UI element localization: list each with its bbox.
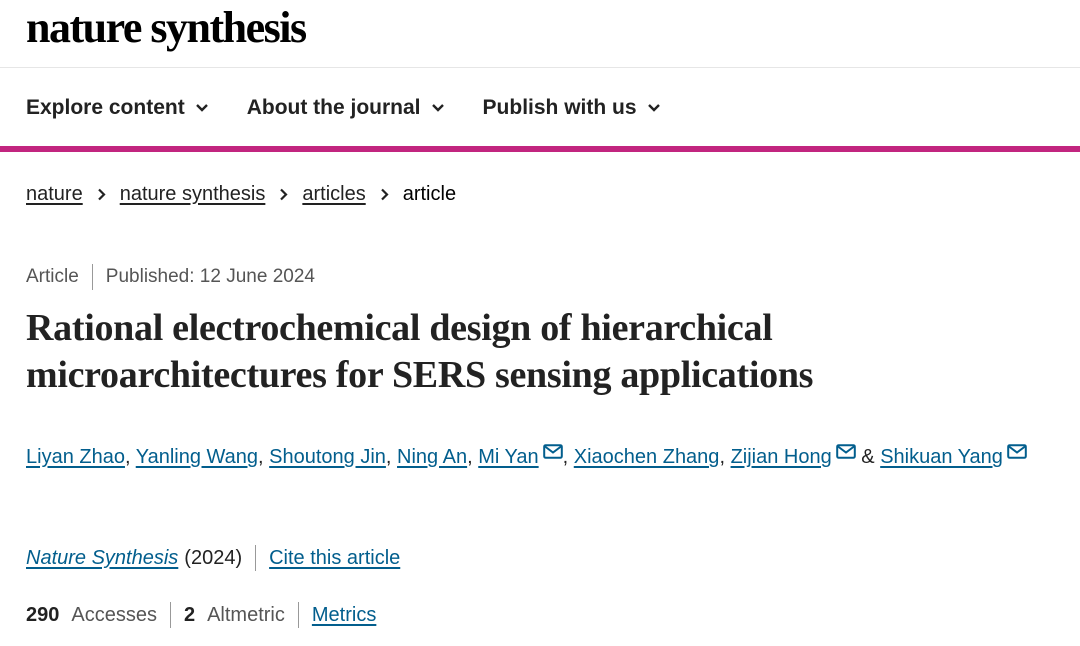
publication-year: (2024) — [184, 546, 243, 569]
journal-name-link[interactable]: Nature Synthesis — [26, 547, 178, 570]
nav-publish-with-us[interactable]: Publish with us — [483, 96, 661, 120]
header-divider — [0, 67, 1080, 68]
author-list: Liyan Zhao, Yanling Wang, Shoutong Jin, … — [26, 434, 1071, 480]
author-link[interactable]: Mi Yan — [478, 446, 538, 468]
author-link[interactable]: Liyan Zhao — [26, 446, 125, 468]
article-meta: Article Published: 12 June 2024 — [26, 264, 315, 290]
metrics-divider — [169, 602, 171, 628]
nav-explore-content[interactable]: Explore content — [26, 96, 209, 120]
breadcrumb-nature[interactable]: nature — [26, 183, 83, 206]
nav-about-journal[interactable]: About the journal — [247, 96, 445, 120]
chevron-down-icon — [431, 104, 444, 112]
journal-logo[interactable]: nature synthesis — [26, 4, 307, 52]
citation-divider — [255, 545, 257, 571]
breadcrumb-current: article — [402, 183, 457, 205]
cite-this-article-link[interactable]: Cite this article — [269, 547, 400, 570]
article-type: Article — [26, 266, 79, 287]
chevron-right-icon — [97, 188, 106, 201]
author-link[interactable]: Ning An — [397, 446, 467, 468]
meta-divider — [91, 264, 93, 290]
chevron-down-icon — [647, 104, 660, 112]
author-link[interactable]: Yanling Wang — [136, 446, 258, 468]
metrics-link[interactable]: Metrics — [312, 604, 376, 627]
metrics-divider — [297, 602, 299, 628]
accesses-label: Accesses — [71, 603, 157, 626]
mail-icon[interactable] — [542, 444, 563, 459]
altmetric-label: Altmetric — [207, 603, 285, 626]
breadcrumb: nature nature synthesis articles article — [26, 183, 456, 206]
altmetric-count: 2 — [183, 603, 196, 626]
nav-item-label: Explore content — [26, 96, 185, 119]
mail-icon[interactable] — [1007, 444, 1027, 459]
breadcrumb-articles[interactable]: articles — [302, 183, 365, 206]
article-title: Rational electrochemical design of hiera… — [26, 307, 814, 396]
main-nav: Explore content About the journal Publis… — [26, 90, 699, 126]
author-link[interactable]: Zijian Hong — [731, 446, 832, 468]
author-link[interactable]: Xiaochen Zhang — [574, 446, 720, 468]
author-link[interactable]: Shikuan Yang — [880, 446, 1003, 468]
nav-item-label: About the journal — [246, 96, 421, 119]
chevron-down-icon — [195, 104, 208, 112]
chevron-right-icon — [279, 188, 288, 201]
author-link[interactable]: Shoutong Jin — [269, 446, 386, 468]
published-date: Published: 12 June 2024 — [105, 266, 315, 287]
breadcrumb-nature-synthesis[interactable]: nature synthesis — [120, 183, 266, 206]
chevron-right-icon — [380, 188, 389, 201]
accesses-count: 290 — [26, 603, 60, 626]
mail-icon[interactable] — [835, 444, 856, 459]
article-metrics: 290 Accesses 2 Altmetric Metrics — [26, 602, 376, 628]
citation-line: Nature Synthesis (2024) Cite this articl… — [26, 545, 400, 571]
header-accent-bar — [0, 146, 1080, 152]
nav-item-label: Publish with us — [482, 96, 637, 119]
